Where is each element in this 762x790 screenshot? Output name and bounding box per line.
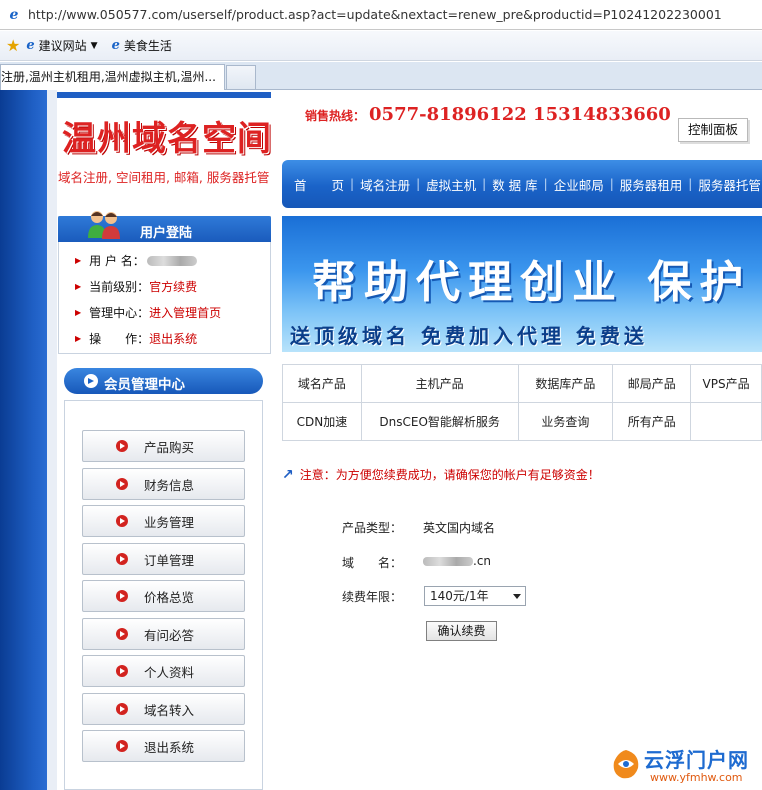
chevron-down-icon	[513, 594, 521, 599]
menu-finance[interactable]: 财务信息	[82, 468, 245, 500]
hotline-numbers: 0577-81896122 15314833660	[369, 104, 671, 125]
login-row-level: ▶ 当前级别： 官方续费	[75, 280, 198, 294]
login-row-admin: ▶ 管理中心： 进入管理首页	[75, 304, 222, 321]
confirm-renew-button[interactable]: 确认续费	[426, 621, 497, 641]
new-tab-button[interactable]	[226, 65, 256, 89]
enter-admin-link[interactable]: 进入管理首页	[149, 304, 221, 321]
product-mail[interactable]: 邮局产品	[612, 364, 692, 403]
arrow-bullet-icon	[116, 665, 128, 677]
yunfu-logo-icon	[613, 750, 639, 779]
promo-banner[interactable]: 帮助代理创业 保护 送顶级域名 免费加入代理 免费送	[282, 216, 762, 352]
ie-icon: e	[111, 38, 120, 53]
nav-server-rent[interactable]: 服务器租用	[620, 175, 683, 194]
bullet-arrow-icon: ▶	[75, 334, 82, 343]
menu-logout[interactable]: 退出系统	[82, 730, 245, 762]
product-dnsceo[interactable]: DnsCEO智能解析服务	[360, 402, 519, 441]
favorites-star-icon[interactable]: ★	[6, 36, 20, 55]
users-icon	[88, 211, 120, 239]
login-title: 用户登陆	[140, 226, 193, 241]
menu-business-manage[interactable]: 业务管理	[82, 505, 245, 537]
nav-enterprise-mail[interactable]: 企业邮局	[554, 175, 604, 194]
tab-bar: 注册,温州主机租用,温州虚拟主机,温州...	[0, 62, 762, 90]
nav-server-hosting[interactable]: 服务器托管	[698, 175, 761, 194]
main-nav: 首 页 | 域名注册 | 虚拟主机 | 数 据 库 | 企业邮局 | 服务器租用…	[282, 160, 762, 208]
bullet-arrow-icon: ▶	[75, 256, 82, 265]
page-left-band	[0, 90, 47, 790]
arrow-bullet-icon	[116, 440, 128, 452]
product-business-query[interactable]: 业务查询	[517, 402, 614, 441]
watermark: 云浮门户网 www.yfmhw.com	[610, 744, 762, 788]
menu-order-manage[interactable]: 订单管理	[82, 543, 245, 575]
product-type-label: 产品类型：	[342, 521, 403, 535]
ie-icon: e	[26, 38, 35, 53]
site-logo[interactable]: 温州域名空间	[62, 118, 272, 160]
arrow-bullet-icon	[116, 478, 128, 490]
arrow-bullet-icon	[116, 703, 128, 715]
dropdown-arrow-icon: ▼	[90, 40, 98, 51]
favorites-bar: ★ e 建议网站 ▼ e 美食生活	[0, 31, 762, 61]
product-row: 域名产品 主机产品 数据库产品 邮局产品 VPS产品	[282, 364, 762, 403]
favorite-suggested-sites[interactable]: e 建议网站 ▼	[26, 37, 97, 54]
ie-icon: e	[9, 6, 19, 23]
product-type-value: 英文国内域名	[423, 521, 496, 535]
login-row-username: ▶ 用 户 名：	[75, 252, 197, 269]
menu-product-buy[interactable]: 产品购买	[82, 430, 245, 462]
notice: ↗ 注意：为方便您续费成功，请确保您的帐户有足够资金！	[282, 466, 600, 483]
product-cdn[interactable]: CDN加速	[282, 402, 362, 441]
logout-link[interactable]: 退出系统	[149, 330, 197, 347]
menu-profile[interactable]: 个人资料	[82, 655, 245, 687]
logo-top-line	[57, 92, 271, 98]
logo-subtitle: 域名注册, 空间租用, 邮箱, 服务器托管	[58, 170, 270, 185]
product-table: 域名产品 主机产品 数据库产品 邮局产品 VPS产品 CDN加速 DnsCEO智…	[282, 364, 762, 441]
notice-text: 注意：为方便您续费成功，请确保您的帐户有足够资金！	[299, 468, 600, 482]
domain-label: 域 名：	[342, 556, 403, 570]
favorite-food-life[interactable]: e 美食生活	[112, 37, 172, 54]
bullet-arrow-icon: ▶	[75, 282, 82, 291]
menu-faq[interactable]: 有问必答	[82, 618, 245, 650]
arrow-bullet-icon	[116, 515, 128, 527]
product-vps[interactable]: VPS产品	[690, 364, 762, 403]
login-row-action: ▶ 操 作： 退出系统	[75, 330, 198, 347]
arrow-bullet-icon	[116, 590, 128, 602]
arrow-circle-icon	[84, 374, 98, 388]
product-host[interactable]: 主机产品	[360, 364, 519, 403]
renew-period-select[interactable]: 140元/1年	[424, 586, 526, 606]
address-url[interactable]: http://www.050577.com/userself/product.a…	[28, 7, 722, 22]
menu-price-overview[interactable]: 价格总览	[82, 580, 245, 612]
domain-value: .cn	[423, 554, 491, 568]
arrow-bullet-icon	[116, 553, 128, 565]
arrow-bullet-icon	[116, 628, 128, 640]
hotline-label: 销售热线：	[305, 109, 366, 123]
member-center-title: 会员管理中心	[104, 377, 185, 393]
sales-hotline: 销售热线： 0577-81896122 15314833660	[305, 104, 671, 125]
domain-redacted	[423, 557, 473, 566]
banner-headline: 帮助代理创业 保护	[312, 257, 752, 308]
arrow-up-right-icon: ↗	[282, 466, 294, 483]
control-panel-button[interactable]: 控制面板	[678, 118, 748, 142]
nav-home[interactable]: 首 页	[294, 175, 344, 194]
username-redacted	[146, 255, 197, 266]
page-left-band-light	[47, 90, 57, 790]
nav-domain-register[interactable]: 域名注册	[360, 175, 410, 194]
bullet-arrow-icon: ▶	[75, 308, 82, 317]
browser-tab-active[interactable]: 注册,温州主机租用,温州虚拟主机,温州...	[0, 64, 225, 90]
nav-database[interactable]: 数 据 库	[492, 175, 537, 194]
watermark-url: www.yfmhw.com	[650, 771, 743, 784]
menu-domain-transfer[interactable]: 域名转入	[82, 693, 245, 725]
address-bar[interactable]: e http://www.050577.com/userself/product…	[0, 0, 762, 30]
watermark-title: 云浮门户网	[644, 748, 749, 772]
product-database[interactable]: 数据库产品	[517, 364, 614, 403]
product-all[interactable]: 所有产品	[612, 402, 692, 441]
nav-virtual-host[interactable]: 虚拟主机	[426, 175, 476, 194]
arrow-bullet-icon	[116, 740, 128, 752]
product-empty	[690, 402, 762, 441]
product-domain[interactable]: 域名产品	[282, 364, 362, 403]
banner-subline: 送顶级域名 免费加入代理 免费送	[290, 324, 648, 348]
product-row: CDN加速 DnsCEO智能解析服务 业务查询 所有产品	[282, 402, 762, 441]
period-label: 续费年限：	[342, 590, 403, 604]
